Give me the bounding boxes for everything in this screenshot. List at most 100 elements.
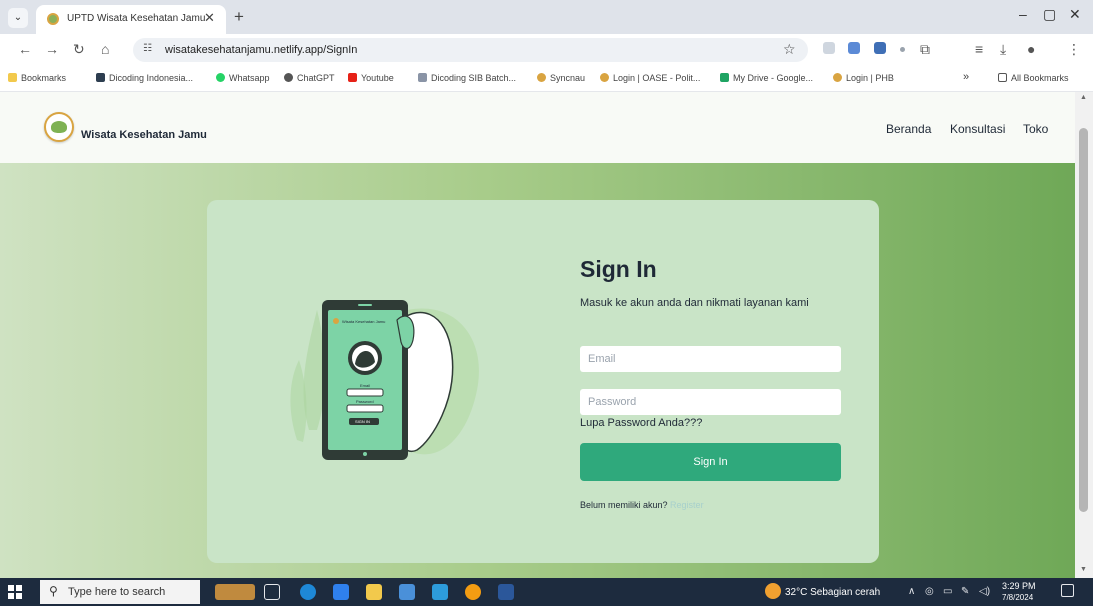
all-bookmarks[interactable]: All Bookmarks [998, 73, 1069, 83]
nav-link-konsultasi[interactable]: Konsultasi [950, 122, 1005, 136]
oase-icon [600, 73, 609, 82]
notification-icon[interactable] [1061, 584, 1074, 597]
extension-icon[interactable] [823, 42, 835, 54]
signin-subtitle: Masuk ke akun anda dan nikmati layanan k… [580, 297, 809, 309]
phone-password-label: Password [356, 399, 374, 404]
reading-list-icon[interactable]: ≡ [975, 41, 983, 57]
site-info-icon[interactable]: ☷ [143, 43, 152, 54]
new-tab-icon[interactable]: + [234, 7, 244, 27]
edge-browser-icon[interactable] [300, 584, 316, 600]
file-explorer-icon[interactable] [366, 584, 382, 600]
phone-signin-label: SIGN IN [355, 419, 370, 424]
profile-icon[interactable]: ● [1027, 41, 1035, 57]
nav-link-toko[interactable]: Toko [1023, 122, 1048, 136]
browser-toolbar: ← → ↻ ⌂ ☷ wisatakesehatanjamu.netlify.ap… [0, 34, 1093, 66]
register-prompt: Belum memiliki akun? Register [580, 500, 704, 510]
forgot-password-link[interactable]: Lupa Password Anda??? [580, 417, 702, 429]
bookmark-item[interactable]: Login | PHB [833, 73, 894, 83]
phone-email-label: Email [360, 383, 370, 388]
windows-start-icon[interactable] [8, 585, 22, 599]
web-page: Wisata Kesehatan Jamu Beranda Konsultasi… [0, 92, 1075, 578]
signin-card: Wisata Kesehatan Jamu Email Password SIG… [207, 200, 879, 563]
site-header: Wisata Kesehatan Jamu Beranda Konsultasi… [0, 92, 1075, 163]
page-title: Sign In [580, 256, 657, 282]
bookmark-star-icon[interactable]: ☆ [783, 41, 796, 58]
bookmark-item[interactable]: Youtube [348, 73, 394, 83]
msib-icon [418, 73, 427, 82]
bookmark-item[interactable]: Whatsapp [216, 73, 270, 83]
signin-button[interactable]: Sign In [580, 443, 841, 481]
forward-arrow-icon[interactable]: → [45, 41, 59, 57]
weather-icon[interactable] [765, 583, 781, 599]
minimize-icon[interactable]: – [1019, 6, 1027, 22]
clock-date[interactable]: 7/8/2024 [1002, 593, 1033, 602]
close-window-icon[interactable]: ✕ [1069, 6, 1081, 23]
bookmark-item[interactable]: Dicoding Indonesia... [96, 73, 193, 83]
site-logo[interactable] [44, 112, 74, 142]
register-link[interactable]: Register [670, 500, 704, 510]
bookmarks-bar: Bookmarks Dicoding Indonesia... Whatsapp… [0, 66, 1093, 92]
volume-icon[interactable]: ◁) [979, 586, 990, 597]
weather-text[interactable]: 32°C Sebagian cerah [785, 587, 880, 598]
extension-icon[interactable] [848, 42, 860, 54]
windows-taskbar: ⚲ Type here to search 32°C Sebagian cera… [0, 578, 1093, 606]
syncnau-icon [537, 73, 546, 82]
chatgpt-icon [284, 73, 293, 82]
address-bar[interactable]: ☷ wisatakesehatanjamu.netlify.app/SignIn… [133, 38, 808, 62]
browser-tab-active[interactable]: UPTD Wisata Kesehatan Jamu ✕ [36, 5, 226, 34]
reload-icon[interactable]: ↻ [73, 41, 85, 58]
home-icon[interactable]: ⌂ [101, 41, 109, 57]
extension-icon[interactable] [900, 47, 905, 52]
download-icon[interactable]: ⤓ [1000, 41, 1006, 58]
vscode-icon[interactable] [333, 584, 349, 600]
bookmark-item[interactable]: Login | OASE - Polit... [600, 73, 700, 83]
bookmarks-overflow-button[interactable]: » [963, 71, 969, 83]
taskbar-search-box[interactable]: ⚲ Type here to search [40, 580, 200, 604]
back-arrow-icon[interactable]: ← [18, 41, 32, 57]
browser-tabstrip: ⌄ UPTD Wisata Kesehatan Jamu ✕ + – ▢ ✕ [0, 0, 1093, 34]
site-favicon-icon [47, 13, 59, 25]
pen-icon[interactable]: ✎ [961, 586, 969, 597]
maximize-icon[interactable]: ▢ [1043, 6, 1056, 23]
chrome-icon[interactable] [465, 584, 481, 600]
phb-icon [833, 73, 842, 82]
bookmark-item[interactable]: ChatGPT [284, 73, 335, 83]
search-icon: ⚲ [49, 584, 58, 598]
extension-icon[interactable] [874, 42, 886, 54]
url-text[interactable]: wisatakesehatanjamu.netlify.app/SignIn [165, 44, 357, 56]
bookmark-item[interactable]: Bookmarks [8, 73, 66, 83]
search-highlight-icon[interactable] [215, 584, 255, 600]
youtube-icon [348, 73, 357, 82]
menu-kebab-icon[interactable]: ⋮ [1067, 41, 1081, 58]
bookmark-item[interactable]: My Drive - Google... [720, 73, 813, 83]
phone-header-text: Wisata Kesehatan Jamu [342, 319, 385, 324]
task-view-icon[interactable] [264, 584, 280, 600]
star-icon [8, 73, 17, 82]
tray-app-icon[interactable]: ◎ [925, 586, 934, 597]
taskbar-search-placeholder: Type here to search [68, 586, 166, 598]
folder-icon [998, 73, 1007, 82]
google-drive-icon [720, 73, 729, 82]
scroll-up-icon[interactable]: ▲ [1080, 94, 1087, 101]
tab-close-icon[interactable]: ✕ [204, 10, 215, 26]
extensions-puzzle-icon[interactable]: ⧉ [920, 41, 930, 58]
scrollbar-thumb[interactable] [1079, 128, 1088, 512]
bookmark-item[interactable]: Dicoding SIB Batch... [418, 73, 516, 83]
store-icon[interactable] [399, 584, 415, 600]
network-icon[interactable]: ▭ [943, 586, 952, 597]
phone-illustration: Wisata Kesehatan Jamu Email Password SIG… [290, 300, 479, 460]
mail-icon[interactable] [432, 584, 448, 600]
nav-link-beranda[interactable]: Beranda [886, 122, 931, 136]
bookmark-item[interactable]: Syncnau [537, 73, 585, 83]
dicoding-icon [96, 73, 105, 82]
scroll-down-icon[interactable]: ▼ [1080, 566, 1087, 573]
tray-chevron-icon[interactable]: ∧ [908, 586, 915, 597]
tab-search-button[interactable]: ⌄ [8, 8, 28, 28]
page-scrollbar[interactable]: ▲ ▼ [1075, 92, 1093, 578]
brand-name[interactable]: Wisata Kesehatan Jamu [81, 129, 207, 141]
word-icon[interactable] [498, 584, 514, 600]
password-input[interactable] [580, 389, 841, 415]
clock-time[interactable]: 3:29 PM [1002, 581, 1036, 591]
whatsapp-icon [216, 73, 225, 82]
email-input[interactable] [580, 346, 841, 372]
